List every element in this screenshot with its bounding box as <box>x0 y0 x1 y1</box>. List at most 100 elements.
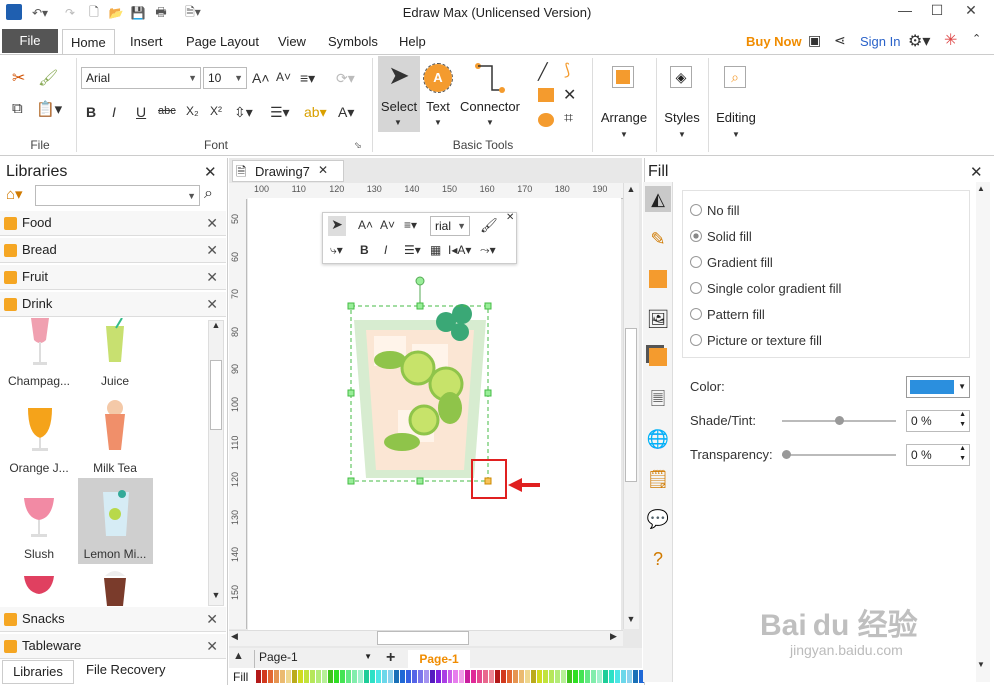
color-swatch[interactable] <box>399 670 405 683</box>
tab-view[interactable]: View <box>270 29 314 54</box>
color-swatch[interactable] <box>471 670 477 683</box>
color-swatch[interactable] <box>417 670 423 683</box>
scroll-down-icon[interactable]: ▼ <box>624 614 638 624</box>
ellipse-tool-icon[interactable] <box>538 113 554 127</box>
connector-icon[interactable]: ⤷▾ <box>330 243 343 258</box>
color-swatch[interactable] <box>603 670 609 683</box>
radio-button[interactable] <box>690 256 702 268</box>
minimize-icon[interactable]: — <box>890 0 920 22</box>
library-search-input[interactable]: ▼ <box>35 185 200 206</box>
color-swatch[interactable] <box>609 670 615 683</box>
color-swatch[interactable] <box>291 670 297 683</box>
color-swatch[interactable] <box>309 670 315 683</box>
color-swatch[interactable] <box>285 670 291 683</box>
sign-in-link[interactable]: Sign In <box>860 34 900 49</box>
lemon-mint-shape[interactable] <box>100 484 132 542</box>
settings-icon[interactable]: ⚙▾ <box>908 31 930 51</box>
color-swatch[interactable] <box>507 670 513 683</box>
color-swatch[interactable] <box>267 670 273 683</box>
font-color-icon[interactable]: A▾ <box>338 104 354 121</box>
radio-button[interactable] <box>690 308 702 320</box>
connector-label[interactable]: Connector <box>458 99 522 114</box>
color-swatch[interactable] <box>531 670 537 683</box>
scroll-left-icon[interactable]: ◀ <box>231 631 238 642</box>
resize-handle[interactable] <box>484 389 492 397</box>
cross-tool-icon[interactable]: ✕ <box>563 85 576 105</box>
color-swatch[interactable] <box>453 670 459 683</box>
color-swatch[interactable] <box>273 670 279 683</box>
close-window-icon[interactable]: ✕ <box>956 0 986 22</box>
color-swatch[interactable] <box>561 670 567 683</box>
spinner-icon[interactable]: ▲ ▼ <box>959 444 966 464</box>
paste-icon[interactable]: 📋▾ <box>36 100 62 118</box>
file-tab[interactable]: File <box>2 29 58 53</box>
layer-icon[interactable] <box>649 348 667 366</box>
color-swatch[interactable] <box>363 670 369 683</box>
shrink-font-icon[interactable]: A˅ <box>380 218 395 232</box>
collapse-ribbon-icon[interactable]: ⌃ <box>972 32 981 45</box>
maximize-icon[interactable]: ☐ <box>922 0 952 22</box>
tab-help[interactable]: Help <box>391 29 434 54</box>
slush-shape[interactable] <box>22 486 56 542</box>
fill-option-row[interactable]: Pattern fill <box>690 306 765 322</box>
library-category-snacks[interactable]: Snacks ✕ <box>0 607 226 632</box>
image-icon[interactable]: 🖼 <box>645 306 671 332</box>
crop-tool-icon[interactable]: ⌗ <box>564 110 573 128</box>
transparency-slider-track[interactable] <box>782 454 896 456</box>
vertical-scroll-thumb[interactable] <box>625 328 637 482</box>
color-swatch[interactable] <box>357 670 363 683</box>
line-icon[interactable]: ✎ <box>645 226 671 252</box>
color-swatch[interactable] <box>537 670 543 683</box>
color-swatch[interactable] <box>591 670 597 683</box>
shadow-icon[interactable] <box>649 270 667 288</box>
fill-option-row[interactable]: Gradient fill <box>690 254 773 270</box>
fill-option-row[interactable]: Picture or texture fill <box>690 332 822 348</box>
radio-button[interactable] <box>690 282 702 294</box>
tab-file-recovery[interactable]: File Recovery <box>86 662 165 677</box>
editing-button[interactable]: Editing <box>710 110 762 125</box>
color-swatch[interactable] <box>627 670 633 683</box>
bullets-icon[interactable]: ☰▾ <box>270 104 290 121</box>
color-swatch[interactable] <box>549 670 555 683</box>
fill-icon[interactable]: ◭ <box>645 186 671 212</box>
buy-now-link[interactable]: Buy Now <box>746 34 802 49</box>
app-switch-icon[interactable]: ✳ <box>944 30 957 50</box>
italic-icon[interactable]: I <box>112 104 116 120</box>
shade-input[interactable]: 0 % ▲ ▼ <box>906 410 970 432</box>
font-name-select[interactable]: Arial ▼ <box>81 67 201 89</box>
close-icon[interactable]: ✕ <box>206 607 218 631</box>
color-swatch[interactable] <box>369 670 375 683</box>
color-swatch[interactable] <box>333 670 339 683</box>
color-swatch[interactable] <box>423 670 429 683</box>
transparency-input[interactable]: 0 % ▲ ▼ <box>906 444 970 466</box>
grow-font-icon[interactable]: A˄ <box>252 70 270 86</box>
color-swatch[interactable] <box>579 670 585 683</box>
copy-icon[interactable]: ⧉ <box>12 100 23 117</box>
styles-button[interactable]: Styles <box>660 110 704 125</box>
juice-shape[interactable] <box>102 318 128 368</box>
subscript-icon[interactable]: X₂ <box>186 104 199 118</box>
cut-icon[interactable]: ✂ <box>12 68 25 88</box>
color-swatch[interactable] <box>375 670 381 683</box>
bold-icon[interactable]: B <box>86 104 96 120</box>
color-swatch[interactable] <box>441 670 447 683</box>
page-selector[interactable]: Page-1 ▼ <box>254 650 374 668</box>
color-swatch[interactable] <box>411 670 417 683</box>
radio-button[interactable] <box>690 334 702 346</box>
document-icon[interactable]: 🗏 <box>645 386 671 412</box>
fill-option-row[interactable]: Single color gradient fill <box>690 280 841 296</box>
close-toolbar-icon[interactable]: ✕ <box>506 212 514 223</box>
text-direction-icon[interactable]: ⟳▾ <box>336 70 355 87</box>
resize-handle[interactable] <box>347 389 355 397</box>
fill-option-row[interactable]: Solid fill <box>690 228 752 244</box>
arc-tool-icon[interactable]: ⟆ <box>564 60 570 80</box>
close-icon[interactable]: ✕ <box>206 211 218 235</box>
help-icon[interactable]: ? <box>645 546 671 572</box>
color-swatch[interactable] <box>477 670 483 683</box>
color-swatch[interactable] <box>381 670 387 683</box>
bullets-icon[interactable]: ☰▾ <box>404 243 421 257</box>
resize-handle[interactable] <box>416 477 424 485</box>
horizontal-scroll-thumb[interactable] <box>377 631 469 645</box>
resize-handle[interactable] <box>347 477 355 485</box>
color-swatch[interactable] <box>447 670 453 683</box>
